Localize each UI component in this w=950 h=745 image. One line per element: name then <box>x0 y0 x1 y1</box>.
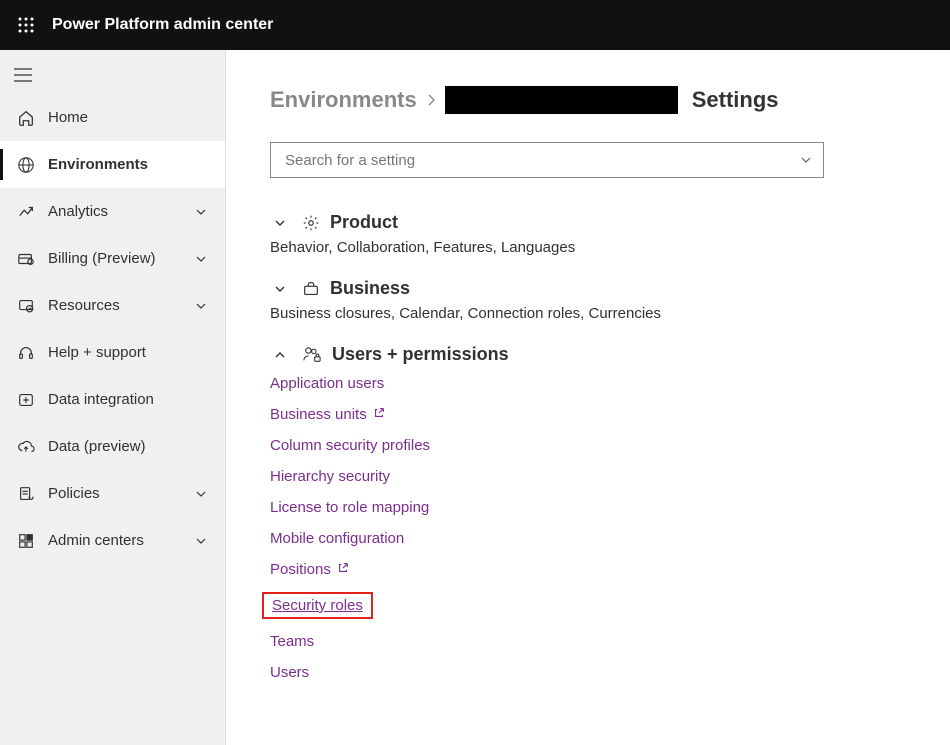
sidebar-item-label: Billing (Preview) <box>48 250 195 267</box>
chevron-down-icon <box>195 253 207 265</box>
gear-icon <box>302 214 320 232</box>
chevron-down-icon <box>195 535 207 547</box>
breadcrumb-root[interactable]: Environments <box>270 87 417 113</box>
policies-icon <box>16 484 36 504</box>
headset-icon <box>16 343 36 363</box>
link-column-security-profiles[interactable]: Column security profiles <box>270 437 430 454</box>
section-business-desc: Business closures, Calendar, Connection … <box>270 305 906 322</box>
globe-icon <box>16 155 36 175</box>
page-title: Settings <box>692 87 779 113</box>
breadcrumb: Environments Settings <box>270 86 906 114</box>
section-users-permissions[interactable]: Users + permissions <box>270 344 906 365</box>
data-integration-icon <box>16 390 36 410</box>
link-business-units[interactable]: Business units <box>270 406 367 423</box>
analytics-icon <box>16 202 36 222</box>
section-title: Business <box>330 278 410 299</box>
sidebar-item-label: Resources <box>48 297 195 314</box>
chevron-right-icon <box>425 93 437 107</box>
sidebar-item-label: Policies <box>48 485 195 502</box>
sidebar-item-admin-centers[interactable]: Admin centers <box>0 517 225 564</box>
link-hierarchy-security[interactable]: Hierarchy security <box>270 468 390 485</box>
main-content: Environments Settings Product Behavior, … <box>226 50 950 745</box>
section-title: Product <box>330 212 398 233</box>
sidebar-item-analytics[interactable]: Analytics <box>0 188 225 235</box>
header-title: Power Platform admin center <box>52 16 273 34</box>
admin-centers-icon <box>16 531 36 551</box>
resources-icon <box>16 296 36 316</box>
hamburger-icon[interactable] <box>0 56 225 94</box>
sidebar-item-resources[interactable]: Resources <box>0 282 225 329</box>
sidebar-item-billing[interactable]: Billing (Preview) <box>0 235 225 282</box>
redacted-environment-name <box>445 86 678 114</box>
chevron-up-icon <box>270 348 290 362</box>
home-icon <box>16 108 36 128</box>
external-link-icon <box>337 561 349 578</box>
link-users[interactable]: Users <box>270 664 309 681</box>
sidebar-item-home[interactable]: Home <box>0 94 225 141</box>
link-mobile-configuration[interactable]: Mobile configuration <box>270 530 404 547</box>
highlight-box: Security roles <box>262 592 373 619</box>
sidebar-item-label: Analytics <box>48 203 195 220</box>
chevron-down-icon <box>270 282 290 296</box>
sidebar-item-label: Data (preview) <box>48 438 207 455</box>
link-positions[interactable]: Positions <box>270 561 331 578</box>
sidebar: Home Environments Analytics Billing (Pre… <box>0 50 226 745</box>
sidebar-item-environments[interactable]: Environments <box>0 141 225 188</box>
chevron-down-icon <box>270 216 290 230</box>
section-product-desc: Behavior, Collaboration, Features, Langu… <box>270 239 906 256</box>
app-launcher-icon[interactable] <box>10 9 42 41</box>
sidebar-item-data-preview[interactable]: Data (preview) <box>0 423 225 470</box>
chevron-down-icon <box>195 300 207 312</box>
cloud-upload-icon <box>16 437 36 457</box>
users-lock-icon <box>302 346 322 364</box>
section-product[interactable]: Product <box>270 212 906 233</box>
chevron-down-icon <box>195 488 207 500</box>
sidebar-item-label: Environments <box>48 156 207 173</box>
sidebar-item-policies[interactable]: Policies <box>0 470 225 517</box>
link-security-roles[interactable]: Security roles <box>272 597 363 614</box>
link-license-to-role-mapping[interactable]: License to role mapping <box>270 499 429 516</box>
sidebar-item-label: Help + support <box>48 344 207 361</box>
sidebar-item-label: Data integration <box>48 391 207 408</box>
search-setting[interactable] <box>270 142 824 178</box>
sidebar-item-label: Home <box>48 109 207 126</box>
sidebar-item-label: Admin centers <box>48 532 195 549</box>
external-link-icon <box>373 406 385 423</box>
search-input[interactable] <box>283 151 799 170</box>
link-teams[interactable]: Teams <box>270 633 314 650</box>
sidebar-item-data-integration[interactable]: Data integration <box>0 376 225 423</box>
section-business[interactable]: Business <box>270 278 906 299</box>
sidebar-item-help[interactable]: Help + support <box>0 329 225 376</box>
chevron-down-icon[interactable] <box>799 153 813 167</box>
billing-icon <box>16 249 36 269</box>
briefcase-icon <box>302 280 320 298</box>
chevron-down-icon <box>195 206 207 218</box>
link-application-users[interactable]: Application users <box>270 375 384 392</box>
section-title: Users + permissions <box>332 344 509 365</box>
